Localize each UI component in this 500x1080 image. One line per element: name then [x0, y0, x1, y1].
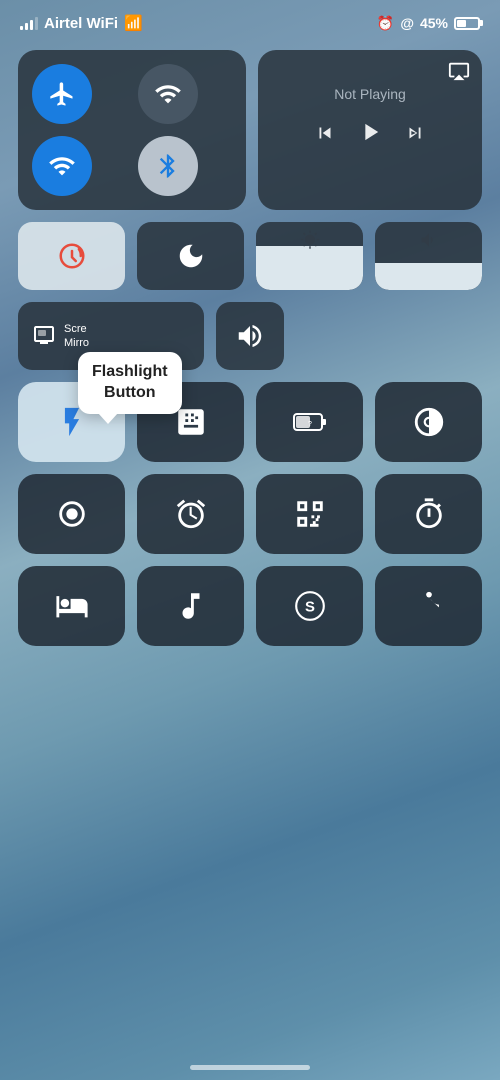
- icon-grid-3: S: [18, 566, 482, 646]
- connectivity-panel: [18, 50, 246, 210]
- moon-icon: [176, 241, 206, 271]
- alarm-icon: [174, 497, 208, 531]
- home-indicator[interactable]: [190, 1065, 310, 1070]
- next-button[interactable]: [404, 122, 426, 150]
- screen-record-button[interactable]: [18, 474, 125, 554]
- media-controls: [314, 118, 426, 153]
- timer-icon: [412, 497, 446, 531]
- brightness-icon: [300, 230, 320, 255]
- volume-slider[interactable]: [375, 222, 482, 290]
- airplay-icon[interactable]: [448, 60, 470, 87]
- battery-case-button[interactable]: ?: [256, 382, 363, 462]
- do-not-disturb-button[interactable]: [137, 222, 244, 290]
- flashlight-wrapper: FlashlightButton: [18, 382, 125, 462]
- screen-lock-button[interactable]: [18, 222, 125, 290]
- accessibility-icon: [412, 589, 446, 623]
- wifi-icon: [48, 152, 76, 180]
- sleep-button[interactable]: [18, 566, 125, 646]
- grayscale-icon: [412, 405, 446, 439]
- music-recognition-icon: [174, 589, 208, 623]
- airplane-mode-button[interactable]: [32, 64, 92, 124]
- alarm-button[interactable]: [137, 474, 244, 554]
- cellular-button[interactable]: [138, 64, 198, 124]
- screen-record-icon: [55, 497, 89, 531]
- music-recognition-button[interactable]: [137, 566, 244, 646]
- status-bar: Airtel WiFi 📶 ⏰ @ 45%: [0, 0, 500, 40]
- wifi-button[interactable]: [32, 136, 92, 196]
- svg-text:S: S: [305, 599, 315, 615]
- flashlight-tooltip: FlashlightButton: [78, 352, 182, 414]
- brightness-slider[interactable]: [256, 222, 363, 290]
- icon-grid-1: FlashlightButton ?: [18, 382, 482, 462]
- not-playing-label: Not Playing: [334, 86, 406, 102]
- signal-bars-icon: [20, 17, 38, 30]
- top-row: Not Playing: [18, 50, 482, 210]
- accessibility-button[interactable]: [375, 566, 482, 646]
- svg-text:?: ?: [308, 421, 312, 428]
- wifi-icon: 📶: [124, 14, 143, 32]
- bluetooth-button[interactable]: [138, 136, 198, 196]
- qr-scanner-icon: [293, 497, 327, 531]
- battery-label: 45%: [420, 15, 448, 31]
- screen-mirror-label: ScreMirro: [64, 322, 89, 351]
- shazam-icon: S: [293, 589, 327, 623]
- status-right: ⏰ @ 45%: [377, 15, 480, 32]
- screen-mirror-icon: [32, 324, 56, 348]
- previous-button[interactable]: [314, 122, 336, 150]
- cellular-icon: [154, 80, 182, 108]
- status-left: Airtel WiFi 📶: [20, 14, 143, 32]
- volume-control-button[interactable]: [216, 302, 284, 370]
- now-playing-panel: Not Playing: [258, 50, 482, 210]
- grayscale-button[interactable]: [375, 382, 482, 462]
- location-icon: @: [400, 15, 414, 31]
- utility-row: [18, 222, 482, 290]
- timer-button[interactable]: [375, 474, 482, 554]
- alarm-icon: ⏰: [377, 15, 394, 32]
- volume-icon: [419, 230, 439, 255]
- screen-lock-icon: [57, 241, 87, 271]
- carrier-label: Airtel WiFi: [44, 15, 118, 32]
- battery-indicator: [454, 17, 480, 30]
- icon-grid-2: [18, 474, 482, 554]
- qr-scanner-button[interactable]: [256, 474, 363, 554]
- sleep-icon: [55, 589, 89, 623]
- play-button[interactable]: [356, 118, 384, 153]
- bluetooth-icon: [154, 152, 182, 180]
- control-center: Not Playing: [0, 40, 500, 656]
- airplane-icon: [48, 80, 76, 108]
- volume-control-icon: [235, 321, 265, 351]
- battery-case-icon: ?: [293, 405, 327, 439]
- shazam-button[interactable]: S: [256, 566, 363, 646]
